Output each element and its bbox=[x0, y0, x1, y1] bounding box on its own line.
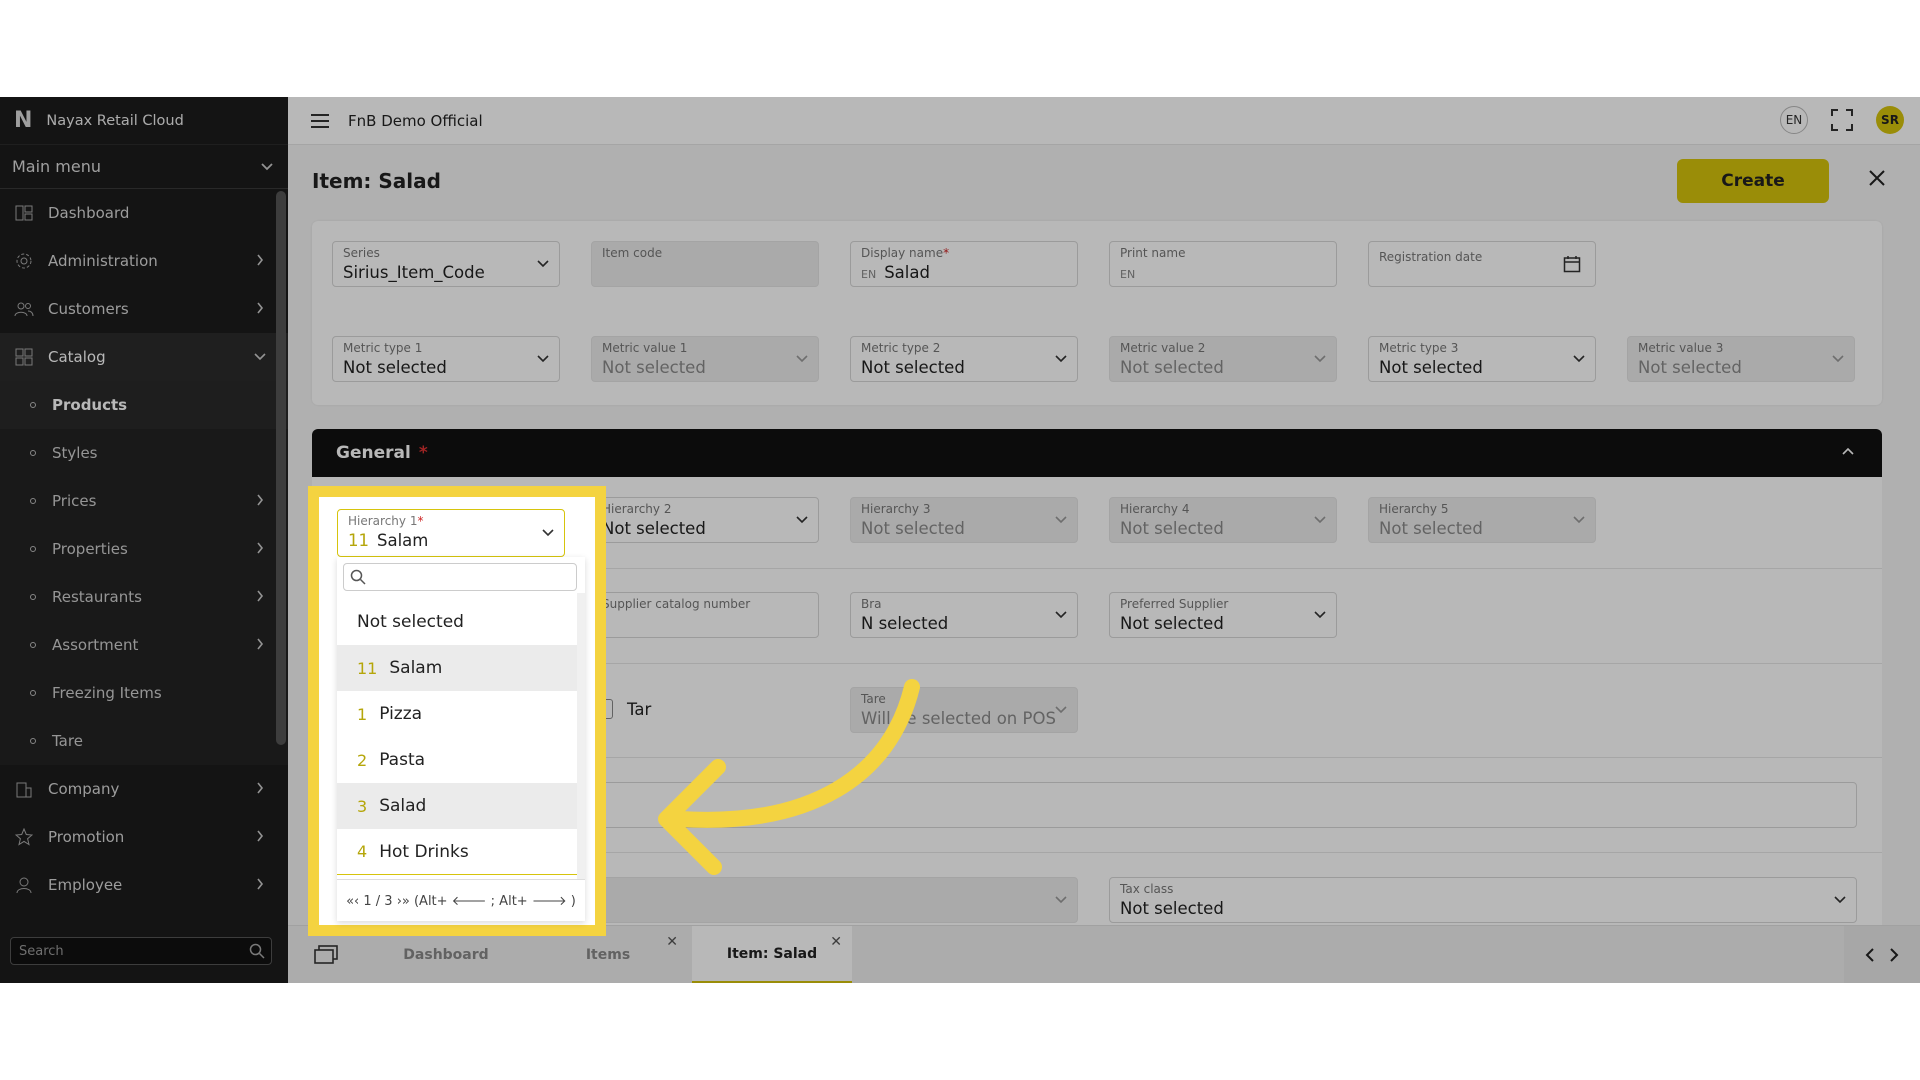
option-number: 2 bbox=[357, 750, 368, 770]
option-number: 3 bbox=[357, 796, 368, 816]
dropdown-pager[interactable]: «‹ 1 / 3 ›» (Alt+ 🡐 ; Alt+ 🡒 ) bbox=[337, 879, 585, 921]
dropdown-option[interactable]: 3 Salad bbox=[337, 783, 585, 829]
hierarchy-1-select[interactable]: Hierarchy 1* 11 Salam bbox=[337, 509, 565, 557]
dropdown-scrollbar[interactable] bbox=[577, 593, 585, 879]
option-number: 4 bbox=[357, 842, 368, 861]
dropdown-option[interactable]: 2 Pasta bbox=[337, 737, 585, 783]
screen-dim-overlay bbox=[0, 97, 1920, 983]
option-label: Not selected bbox=[357, 612, 464, 632]
field-value: 11 Salam bbox=[348, 531, 429, 550]
option-label: Hot Drinks bbox=[379, 841, 469, 862]
option-number: 1 bbox=[357, 704, 368, 724]
option-label: Pizza bbox=[379, 704, 423, 724]
dropdown-search bbox=[343, 563, 577, 591]
hierarchy-1-dropdown: Not selected 11 Salam 1 Pizza 2 Pasta 3 Sala… bbox=[337, 557, 585, 921]
dropdown-option[interactable]: Not selected bbox=[337, 599, 585, 645]
search-icon bbox=[350, 569, 366, 585]
dropdown-search-input[interactable] bbox=[372, 568, 562, 586]
option-number: 11 bbox=[357, 658, 378, 678]
dropdown-option[interactable]: 4 Hot Drinks bbox=[337, 829, 585, 875]
tutorial-arrow-icon bbox=[658, 679, 920, 875]
option-label: Salad bbox=[379, 796, 427, 816]
chevron-down-icon bbox=[542, 529, 554, 537]
field-label: Hierarchy 1* bbox=[348, 514, 424, 528]
dropdown-option[interactable]: 11 Salam bbox=[337, 645, 585, 691]
option-label: Pasta bbox=[379, 750, 426, 770]
app-frame: N Nayax Retail Cloud Main menu Dashboard… bbox=[0, 97, 1920, 983]
option-label: Salam bbox=[389, 658, 443, 678]
dropdown-option[interactable]: 1 Pizza bbox=[337, 691, 585, 737]
